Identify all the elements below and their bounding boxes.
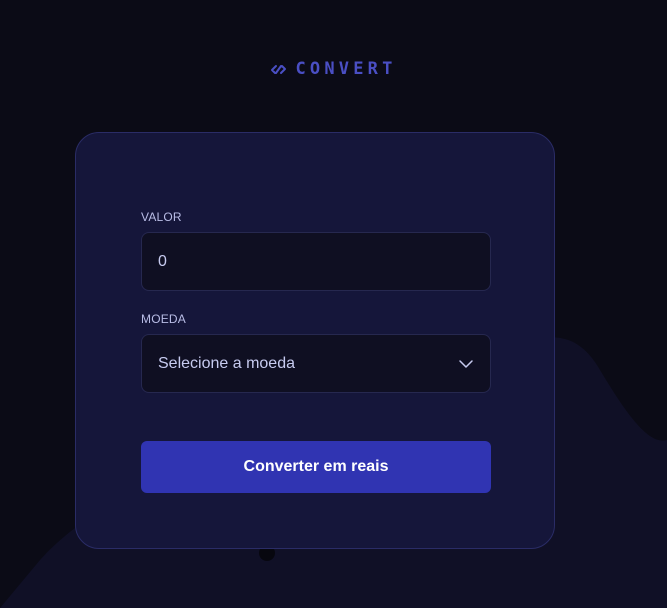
valor-label: VALOR [141,210,182,224]
convert-arrows-icon [270,61,287,78]
moeda-label: MOEDA [141,312,187,326]
moeda-select-placeholder: Selecione a moeda [158,354,295,372]
valor-input-value: 0 [158,252,167,270]
valor-input[interactable]: 0 [141,232,491,291]
converter-card: VALOR 0 MOEDA Selecione a moeda Converte… [75,132,555,549]
convert-button[interactable]: Converter em reais [141,441,491,493]
logo: CONVERT [0,59,667,79]
page: CONVERT VALOR 0 MOEDA Selecione a moeda … [0,0,667,608]
logo-text: CONVERT [295,59,397,79]
chevron-down-icon [458,356,474,372]
moeda-select[interactable]: Selecione a moeda [141,334,491,393]
